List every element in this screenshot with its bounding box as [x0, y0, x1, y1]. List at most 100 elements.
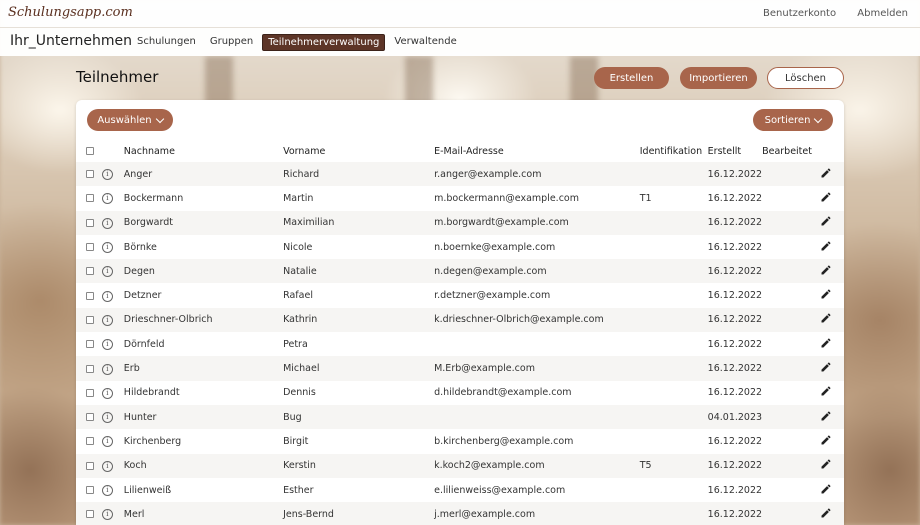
edit-pencil-icon[interactable]: [820, 337, 832, 349]
row-checkbox[interactable]: [86, 510, 94, 519]
column-header-firstname[interactable]: Vorname: [283, 140, 434, 162]
cell-lastname: Detzner: [123, 290, 162, 302]
edit-pencil-icon[interactable]: [820, 240, 832, 252]
row-checkbox[interactable]: [86, 340, 94, 349]
select-all-checkbox[interactable]: [86, 147, 94, 155]
cell-firstname: Bug: [283, 411, 302, 423]
cell-id: [640, 259, 708, 283]
row-checkbox[interactable]: [86, 437, 94, 446]
column-header-id[interactable]: Identifikation: [640, 140, 708, 162]
cell-email: j.merl@example.com: [434, 508, 536, 520]
row-info-cell: i: [101, 235, 124, 259]
table-row[interactable]: i Dörnfeld Petra 16.12.2022: [76, 332, 844, 356]
info-icon[interactable]: i: [101, 266, 113, 278]
table-row[interactable]: i Degen Natalie n.degen@example.com 16.12.20…: [76, 259, 844, 284]
table-row[interactable]: i Erb Michael M.Erb@example.com 16.12.2022: [76, 356, 844, 381]
edit-pencil-icon[interactable]: [820, 483, 832, 495]
row-checkbox[interactable]: [86, 170, 94, 179]
edit-pencil-icon[interactable]: [820, 410, 832, 422]
info-icon[interactable]: i: [101, 460, 113, 472]
row-checkbox[interactable]: [86, 413, 94, 422]
sort-dropdown[interactable]: Sortieren: [753, 109, 833, 131]
table-row[interactable]: i Kirchenberg Birgit b.kirchenberg@example.…: [76, 429, 844, 453]
table-row[interactable]: i Merl Jens-Bernd j.merl@example.com 16.12.2…: [76, 502, 844, 525]
edit-pencil-icon[interactable]: [820, 458, 832, 470]
cell-id: [640, 308, 708, 332]
row-checkbox[interactable]: [86, 315, 94, 324]
row-checkbox[interactable]: [86, 194, 94, 203]
edit-pencil-icon[interactable]: [820, 434, 832, 446]
row-checkbox[interactable]: [86, 267, 94, 276]
table-row[interactable]: i Lilienweiß Esther e.lilienweiss@example.c…: [76, 478, 844, 502]
cell-created: 16.12.2022: [707, 435, 763, 447]
cell-id: [640, 356, 708, 380]
edit-pencil-icon[interactable]: [820, 191, 832, 203]
row-checkbox-cell: [76, 478, 102, 502]
cell-edit: [762, 308, 844, 332]
info-icon[interactable]: i: [101, 290, 113, 302]
edit-pencil-icon[interactable]: [820, 167, 832, 179]
edit-pencil-icon[interactable]: [820, 264, 832, 276]
info-icon[interactable]: i: [101, 485, 113, 496]
info-icon[interactable]: i: [101, 339, 113, 351]
table-row[interactable]: i Bockermann Martin m.bockermann@example.co…: [76, 186, 844, 210]
edit-pencil-icon[interactable]: [820, 288, 832, 300]
info-icon[interactable]: i: [101, 412, 113, 424]
row-checkbox-cell: [76, 429, 102, 453]
row-checkbox[interactable]: [86, 218, 94, 227]
tab-schulungen[interactable]: Schulungen: [132, 34, 201, 51]
select-dropdown[interactable]: Auswählen: [87, 109, 173, 131]
edit-pencil-icon[interactable]: [820, 385, 832, 397]
column-header-email[interactable]: E-Mail-Adresse: [434, 140, 640, 162]
account-link[interactable]: Benutzerkonto: [763, 8, 836, 19]
participants-card: Auswählen Sortieren Nachname Vorname E-M…: [76, 100, 844, 525]
table-row[interactable]: i Hildebrandt Dennis d.hildebrandt@example.…: [76, 381, 844, 405]
edit-pencil-icon[interactable]: [820, 312, 832, 324]
cell-created: 16.12.2022: [707, 363, 763, 375]
table-row[interactable]: i Börnke Nicole n.boernke@example.com 16.12.…: [76, 235, 844, 259]
column-header-created[interactable]: Erstellt: [708, 140, 762, 162]
app-logo[interactable]: Schulungsapp.com: [8, 5, 133, 20]
cell-created: 04.01.2023: [707, 411, 763, 423]
info-icon[interactable]: i: [101, 193, 113, 205]
table-row[interactable]: i Koch Kerstin k.koch2@example.com T5 16.12.2…: [76, 453, 844, 478]
info-icon[interactable]: i: [101, 242, 113, 254]
info-icon[interactable]: i: [101, 217, 113, 229]
row-checkbox[interactable]: [86, 291, 94, 300]
row-checkbox[interactable]: [86, 364, 94, 373]
delete-button[interactable]: Löschen: [767, 67, 844, 89]
table-row[interactable]: i Borgwardt Maximilian m.borgwardt@example.…: [76, 210, 844, 235]
cell-lastname: Dörnfeld: [123, 338, 165, 350]
create-button[interactable]: Erstellen: [594, 67, 669, 89]
cell-edit: [762, 502, 844, 525]
table-row[interactable]: i Anger Richard r.anger@example.com 16.12.20…: [76, 162, 844, 187]
row-info-cell: i: [101, 356, 124, 380]
edit-pencil-icon[interactable]: [820, 361, 832, 373]
cell-firstname: Petra: [283, 338, 308, 350]
row-checkbox-cell: [76, 405, 102, 429]
row-checkbox[interactable]: [86, 461, 94, 470]
row-checkbox[interactable]: [86, 486, 94, 494]
info-icon[interactable]: i: [101, 387, 113, 399]
info-icon[interactable]: i: [101, 314, 113, 326]
tab-teilnehmerverwaltung[interactable]: Teilnehmerverwaltung: [262, 34, 386, 51]
row-info-cell: i: [101, 283, 124, 307]
row-checkbox[interactable]: [86, 388, 94, 397]
column-header-edited[interactable]: Bearbeitet: [762, 140, 844, 162]
info-icon[interactable]: i: [101, 509, 113, 521]
table-row[interactable]: i Detzner Rafael r.detzner@example.com 16.12…: [76, 283, 844, 307]
tab-gruppen[interactable]: Gruppen: [205, 34, 258, 51]
table-row[interactable]: i Drieschner-Olbrich Kathrin k.drieschner-O…: [76, 307, 844, 333]
import-button[interactable]: Importieren: [680, 67, 757, 89]
info-icon[interactable]: i: [101, 169, 113, 181]
edit-pencil-icon[interactable]: [820, 507, 832, 519]
info-icon[interactable]: i: [101, 436, 113, 448]
column-header-lastname[interactable]: Nachname: [124, 140, 283, 162]
tab-verwaltende[interactable]: Verwaltende: [389, 34, 461, 51]
table-row[interactable]: i Hunter Bug 04.01.2023: [76, 404, 844, 430]
logout-link[interactable]: Abmelden: [857, 8, 908, 19]
row-checkbox[interactable]: [86, 243, 94, 252]
edit-pencil-icon[interactable]: [820, 215, 832, 227]
info-icon[interactable]: i: [101, 363, 113, 375]
cell-email: m.bockermann@example.com: [434, 192, 579, 204]
